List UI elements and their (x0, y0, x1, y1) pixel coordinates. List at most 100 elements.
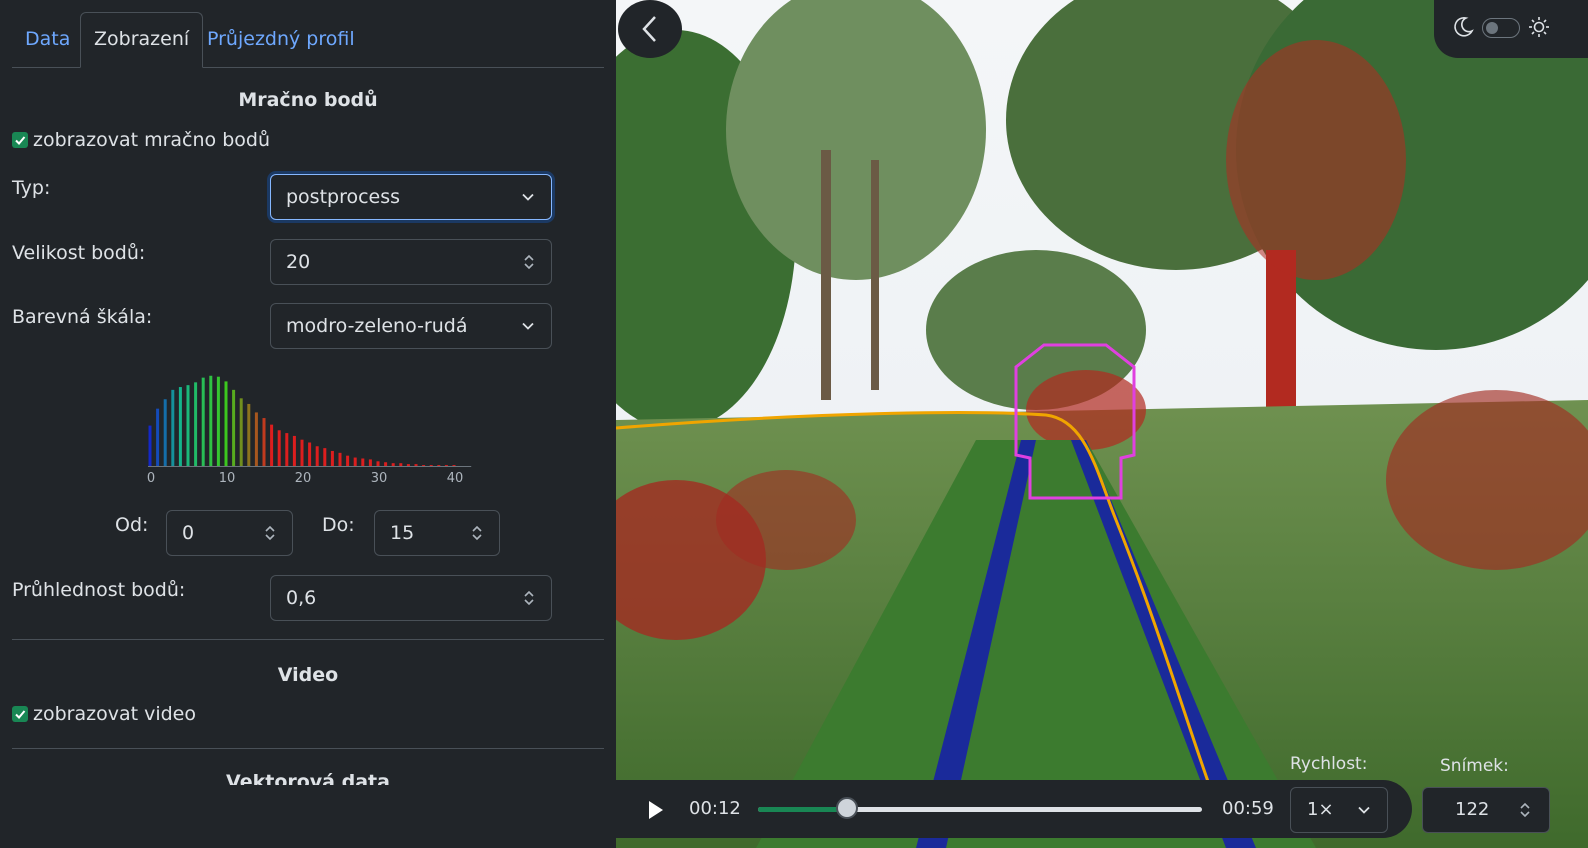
seek-progress (758, 807, 847, 812)
histogram-bar (239, 398, 243, 466)
speed-label: Rychlost: (1290, 754, 1368, 774)
histogram-bar (148, 425, 152, 466)
stepper-icon[interactable] (1519, 800, 1531, 820)
tab-zobrazeni[interactable]: Zobrazení (80, 12, 204, 68)
histogram-tick-label: 40 (447, 471, 464, 486)
histogram-bar (384, 462, 388, 466)
histogram-bar (270, 424, 274, 466)
current-time: 00:12 (689, 798, 741, 819)
chevron-down-icon (522, 193, 534, 201)
video-viewer[interactable]: 00:12 00:59 Rychlost: 1× Snímek: 122 (616, 0, 1588, 848)
seek-handle[interactable] (835, 797, 858, 819)
theme-toggle[interactable] (1434, 0, 1588, 58)
divider (12, 748, 604, 749)
tab-prujezdny-profil[interactable]: Průjezdný profil (194, 12, 368, 66)
color-scale-value: modro-zeleno-rudá (286, 315, 468, 337)
to-value: 15 (390, 522, 415, 544)
video-section-title: Video (277, 664, 339, 686)
histogram-bar (308, 442, 312, 466)
from-input[interactable]: 0 (166, 510, 293, 556)
show-video-label: zobrazovat video (33, 703, 196, 725)
histogram-bar (285, 433, 289, 466)
histogram-bar (171, 389, 175, 466)
histogram-bar (232, 389, 236, 466)
play-icon[interactable] (647, 800, 665, 820)
histogram-bar (406, 464, 410, 466)
stepper-icon[interactable] (523, 588, 535, 608)
type-select[interactable]: postprocess (270, 174, 552, 220)
chevron-down-icon (1358, 806, 1370, 814)
histogram-bar (444, 465, 448, 466)
histogram-bar (163, 399, 167, 466)
point-cloud-section-title: Mračno bodů (238, 89, 378, 111)
type-select-value: postprocess (286, 186, 401, 208)
histogram-bar (368, 459, 372, 466)
type-label: Typ: (12, 177, 51, 199)
color-scale-label: Barevná škála: (12, 306, 153, 328)
histogram-bar (194, 382, 198, 466)
back-button[interactable] (618, 0, 682, 58)
histogram-bar (391, 463, 395, 466)
histogram-bar (452, 465, 456, 466)
point-size-label: Velikost bodů: (12, 242, 146, 264)
tab-bar: Data Zobrazení Průjezdný profil (12, 12, 604, 68)
settings-panel: Data Zobrazení Průjezdný profil Mračno b… (0, 0, 616, 848)
total-time: 00:59 (1222, 798, 1274, 819)
histogram-bar (330, 450, 334, 466)
show-point-cloud-checkbox[interactable] (12, 132, 28, 148)
histogram-tick-label: 0 (147, 471, 155, 486)
frame-input[interactable]: 122 (1422, 787, 1550, 833)
show-video-checkbox[interactable] (12, 706, 28, 722)
moon-icon (1454, 17, 1474, 37)
histogram-tick-label: 20 (295, 471, 312, 486)
histogram-bar (216, 376, 220, 466)
histogram-bar (201, 377, 205, 466)
histogram-bar (376, 461, 380, 466)
histogram-bar (262, 418, 266, 466)
point-cloud-video-frame[interactable] (616, 0, 1588, 848)
histogram-bar (186, 385, 190, 466)
histogram-bar (414, 464, 418, 466)
stepper-icon[interactable] (471, 523, 483, 543)
stepper-icon[interactable] (264, 523, 276, 543)
switch-knob (1486, 22, 1498, 34)
to-input[interactable]: 15 (374, 510, 500, 556)
speed-select[interactable]: 1× (1290, 787, 1388, 833)
stepper-icon[interactable] (523, 252, 535, 272)
divider (12, 639, 604, 640)
frame-label: Snímek: (1440, 756, 1509, 776)
histogram-bar (361, 458, 365, 466)
from-label: Od: (115, 514, 149, 536)
color-histogram: 0 10 20 30 40 (147, 375, 472, 486)
histogram-bar (292, 435, 296, 466)
seek-track[interactable] (758, 797, 1202, 819)
histogram-bar (247, 403, 251, 466)
histogram-bar (346, 455, 350, 466)
histogram-bar (254, 412, 258, 466)
histogram-bar (323, 448, 327, 466)
histogram-bar (156, 408, 160, 466)
vector-section-title: Vektorová data (226, 771, 390, 785)
chevron-down-icon (522, 322, 534, 330)
sun-icon (1529, 17, 1549, 37)
point-size-input[interactable]: 20 (270, 239, 552, 285)
from-value: 0 (182, 522, 195, 544)
to-label: Do: (322, 514, 355, 536)
histogram-bar (178, 387, 182, 466)
point-size-value: 20 (286, 251, 311, 273)
histogram-bar (338, 452, 342, 466)
histogram-bar (429, 465, 433, 466)
histogram-bar (224, 381, 228, 466)
opacity-input[interactable]: 0,6 (270, 575, 552, 621)
theme-switch[interactable] (1482, 18, 1520, 38)
histogram-bar (315, 446, 319, 466)
tab-data[interactable]: Data (12, 12, 83, 66)
histogram-tick-label: 10 (219, 471, 236, 486)
histogram-bar (437, 465, 441, 466)
show-point-cloud-label: zobrazovat mračno bodů (33, 129, 270, 151)
show-point-cloud-checkbox-row[interactable]: zobrazovat mračno bodů (12, 127, 270, 153)
show-video-checkbox-row[interactable]: zobrazovat video (12, 701, 196, 727)
color-scale-select[interactable]: modro-zeleno-rudá (270, 303, 552, 349)
histogram-tick-label: 30 (371, 471, 388, 486)
histogram-bar (422, 465, 426, 466)
